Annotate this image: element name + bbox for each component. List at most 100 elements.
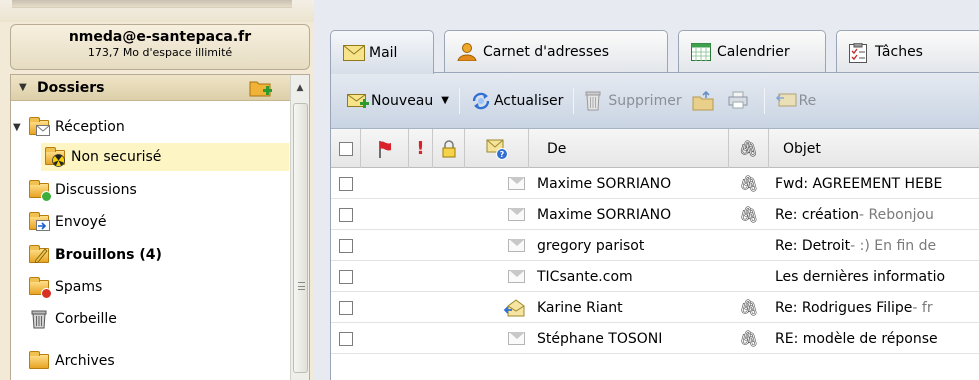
from-cell: Maxime SORRIANO [529, 168, 729, 199]
paperclip-icon: 🖇 [738, 174, 760, 193]
app-tabs: Mail Carnet d'adresses Calendrier Tâches [330, 24, 979, 74]
mail-status-icon: ? [486, 139, 508, 160]
message-sender: TICsante.com [537, 268, 633, 285]
tab-tasks[interactable]: Tâches [836, 30, 979, 72]
folder-label: Spams [55, 279, 103, 295]
table-row[interactable]: Stéphane TOSONI 🖇 RE: modèle de réponse [331, 323, 979, 354]
folder-trash[interactable]: Corbeille [27, 305, 117, 333]
delete-label: Supprimer [608, 92, 682, 109]
row-checkbox[interactable] [331, 230, 361, 261]
replied-mail-icon [503, 298, 525, 316]
contacts-icon [457, 42, 479, 61]
subject-cell: Re: création - Rebonjou [769, 199, 979, 230]
left-panel: nmeda@e-santepaca.fr 173,7 Mo d'espace i… [0, 0, 314, 380]
priority-column-header[interactable]: ! [409, 129, 433, 168]
select-all-checkbox[interactable] [331, 129, 361, 168]
table-row[interactable]: Maxime SORRIANO 🖇 Re: création - Rebonjo… [331, 199, 979, 230]
status-cell [465, 292, 529, 323]
print-icon [728, 91, 750, 111]
row-checkbox[interactable] [331, 261, 361, 292]
exclamation-icon: ! [416, 138, 425, 159]
mail-toolbar: Nouveau ▼ Actualiser Supprimer Re [331, 73, 979, 129]
message-subject: Re: Rodrigues Filipe [775, 299, 913, 316]
from-column-header[interactable]: De [529, 129, 729, 168]
from-cell: gregory parisot [529, 230, 729, 261]
folder-label: Corbeille [55, 311, 117, 327]
message-subject: Re: création [775, 206, 860, 223]
scroll-up-icon[interactable]: ▲ [291, 80, 309, 96]
message-preview: - Rebonjou [859, 206, 934, 223]
subject-cell: Les dernières informatio [769, 261, 979, 292]
status-cell [465, 199, 529, 230]
message-sender: Maxime SORRIANO [537, 175, 672, 192]
row-checkbox[interactable] [331, 199, 361, 230]
table-row[interactable]: Karine Riant 🖇 Re: Rodrigues Filipe - fr [331, 292, 979, 323]
folder-sent[interactable]: Envoyé [27, 208, 106, 236]
move-to-folder-button[interactable] [686, 86, 722, 116]
status-cell [465, 230, 529, 261]
read-mail-icon [508, 239, 525, 252]
delete-trash-icon [584, 91, 606, 111]
toolbar-separator [763, 87, 765, 114]
tab-mail[interactable]: Mail [330, 30, 434, 74]
print-button[interactable] [722, 86, 758, 116]
status-cell [465, 323, 529, 354]
table-row[interactable]: Maxime SORRIANO 🖇 Fwd: AGREEMENT HEBE [331, 168, 979, 199]
tab-label: Calendrier [717, 43, 790, 60]
folder-inbox[interactable]: ▼ Réception [11, 113, 289, 141]
from-cell: Stéphane TOSONI [529, 323, 729, 354]
paperclip-icon: 🖇 [738, 205, 760, 224]
row-checkbox[interactable] [331, 292, 361, 323]
subject-cell: Fwd: AGREEMENT HEBE [769, 168, 979, 199]
new-mail-icon [347, 91, 369, 111]
attachment-cell: 🖇 [729, 199, 769, 230]
scroll-thumb[interactable] [293, 103, 308, 373]
subject-cell: Re: Detroit - :) En fin de [769, 230, 979, 261]
table-row[interactable]: gregory parisot Re: Detroit - :) En fin … [331, 230, 979, 261]
new-dropdown-icon[interactable]: ▼ [441, 95, 449, 106]
tab-label: Tâches [875, 43, 923, 60]
folder-label: Brouillons (4) [55, 247, 162, 263]
hazard-folder-icon [43, 147, 67, 167]
folder-drafts[interactable]: Brouillons (4) [27, 241, 162, 269]
message-sender: gregory parisot [537, 237, 645, 254]
attachment-cell: 🖇 [729, 168, 769, 199]
folder-discussions[interactable]: Discussions [27, 176, 137, 204]
toolbar-separator [458, 87, 460, 114]
lock-icon [442, 139, 455, 157]
reply-icon [775, 91, 797, 111]
new-button[interactable]: Nouveau ▼ [343, 86, 453, 116]
tab-calendar[interactable]: Calendrier [678, 30, 826, 72]
flag-column-header[interactable] [361, 129, 409, 168]
row-checkbox[interactable] [331, 323, 361, 354]
attachment-cell: 🖇 [729, 323, 769, 354]
attachment-column-header[interactable]: 🖇 [729, 129, 769, 168]
from-cell: Karine Riant [529, 292, 729, 323]
reply-button[interactable]: Re [771, 86, 821, 116]
row-checkbox[interactable] [331, 168, 361, 199]
folders-scrollbar[interactable]: ▲ [290, 75, 309, 380]
subject-header-label: Objet [783, 140, 821, 157]
message-rows: Maxime SORRIANO 🖇 Fwd: AGREEMENT HEBE Ma… [331, 168, 979, 354]
folder-spam[interactable]: Spams [27, 273, 102, 301]
reply-label: Re [798, 92, 817, 109]
status-column-header[interactable]: ? [465, 129, 529, 168]
refresh-button[interactable]: Actualiser [466, 86, 567, 116]
delete-button[interactable]: Supprimer [580, 86, 685, 116]
collapse-folders-icon[interactable]: ▼ [19, 82, 33, 93]
lock-column-header[interactable] [433, 129, 465, 168]
folder-archives[interactable]: Archives [27, 347, 115, 375]
subject-cell: RE: modèle de réponse [769, 323, 979, 354]
table-row[interactable]: TICsante.com Les dernières informatio [331, 261, 979, 292]
tab-contacts[interactable]: Carnet d'adresses [444, 30, 668, 72]
expand-inbox-icon[interactable]: ▼ [13, 122, 27, 133]
mail-icon [343, 44, 365, 62]
message-preview: - :) En fin de [850, 237, 937, 254]
account-quota: 173,7 Mo d'espace illimité [87, 46, 233, 59]
message-subject: RE: modèle de réponse [775, 330, 938, 347]
read-mail-icon [508, 270, 525, 283]
subject-column-header[interactable]: Objet [769, 129, 979, 168]
new-folder-icon[interactable] [249, 78, 273, 102]
folder-label: Archives [55, 353, 115, 369]
folder-unsecured[interactable]: Non securisé [41, 143, 289, 171]
